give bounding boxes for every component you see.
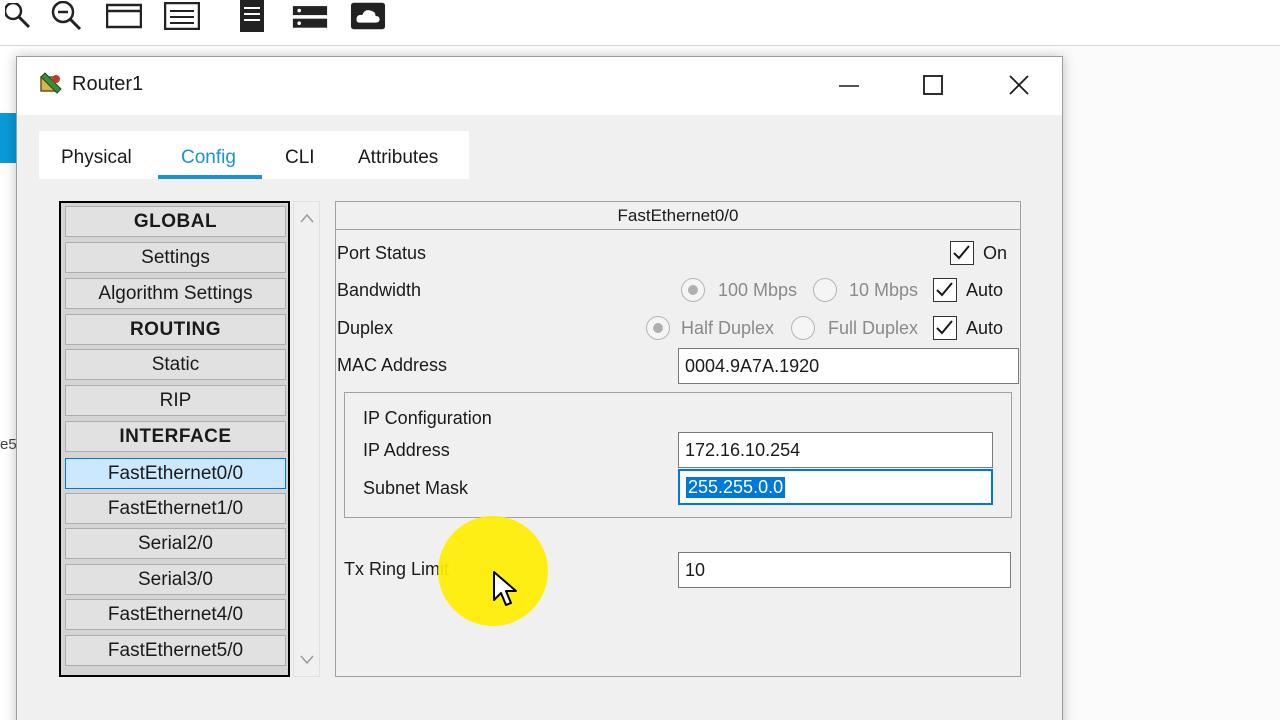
- bandwidth-10-radio[interactable]: [813, 278, 837, 302]
- sidebar-item-global[interactable]: GLOBAL: [65, 206, 286, 237]
- mac-address-field[interactable]: 0004.9A7A.1920: [678, 348, 1019, 384]
- bandwidth-auto-label: Auto: [966, 280, 1004, 300]
- port-status-checkbox[interactable]: [950, 241, 974, 265]
- duplex-full-label: Full Duplex: [828, 318, 919, 338]
- list-icon[interactable]: [164, 0, 200, 32]
- cloud-icon[interactable]: [350, 0, 386, 32]
- sidebar-item-static[interactable]: Static: [65, 349, 286, 380]
- background-toolbar: [0, 0, 1280, 46]
- interface-panel: FastEthernet0/0 Port Status On Bandwidth…: [335, 201, 1021, 677]
- sidebar-item-interface[interactable]: INTERFACE: [65, 421, 286, 452]
- tab-config[interactable]: Config: [181, 147, 236, 169]
- ip-address-field[interactable]: 172.16.10.254: [678, 432, 993, 468]
- router-icon: [37, 71, 65, 99]
- config-sidebar: GLOBAL Settings Algorithm Settings ROUTI…: [59, 201, 290, 677]
- window-icon[interactable]: [106, 0, 142, 32]
- background-workspace: [1062, 46, 1280, 720]
- port-status-on-label: On: [983, 243, 1008, 263]
- scroll-up-icon[interactable]: [294, 206, 319, 230]
- bandwidth-100-radio[interactable]: [681, 278, 705, 302]
- title-bar[interactable]: Router1: [17, 57, 1062, 115]
- sidebar-item-routing[interactable]: ROUTING: [65, 314, 286, 345]
- duplex-full-radio[interactable]: [791, 316, 815, 340]
- sidebar-item-serial2-0[interactable]: Serial2/0: [65, 528, 286, 559]
- tx-ring-limit-field[interactable]: 10: [678, 552, 1011, 588]
- subnet-mask-field[interactable]: 255.255.0.0: [678, 469, 993, 505]
- zoom-icon[interactable]: [0, 0, 36, 32]
- port-status-label: Port Status: [337, 243, 427, 263]
- mouse-cursor-icon: [492, 570, 518, 608]
- switch-icon[interactable]: [292, 0, 328, 32]
- bandwidth-10-label: 10 Mbps: [849, 280, 919, 300]
- ip-configuration-group: IP Configuration IP Address 172.16.10.25…: [344, 392, 1012, 518]
- tx-ring-limit-label: Tx Ring Limit: [344, 559, 450, 579]
- tab-attributes[interactable]: Attributes: [358, 147, 438, 169]
- document-icon[interactable]: [234, 0, 270, 32]
- bandwidth-100-label: 100 Mbps: [718, 280, 798, 300]
- bandwidth-auto-checkbox[interactable]: [933, 278, 957, 302]
- background-text-fragment: e5: [0, 436, 17, 453]
- sidebar-item-settings[interactable]: Settings: [65, 242, 286, 273]
- duplex-auto-checkbox[interactable]: [933, 316, 957, 340]
- tab-physical[interactable]: Physical: [61, 147, 132, 169]
- close-button[interactable]: [991, 65, 1047, 105]
- sidebar-item-fastethernet4-0[interactable]: FastEthernet4/0: [65, 599, 286, 630]
- minimize-button[interactable]: [821, 65, 877, 105]
- window-title: Router1: [72, 73, 144, 95]
- ip-configuration-label: IP Configuration: [363, 408, 492, 428]
- ip-address-label: IP Address: [363, 440, 450, 460]
- sidebar-item-rip[interactable]: RIP: [65, 385, 286, 416]
- duplex-half-radio[interactable]: [646, 316, 670, 340]
- maximize-button[interactable]: [905, 65, 961, 105]
- sidebar-scrollbar[interactable]: [293, 201, 320, 677]
- duplex-auto-label: Auto: [966, 318, 1004, 338]
- duplex-label: Duplex: [337, 318, 394, 338]
- duplex-half-label: Half Duplex: [681, 318, 775, 338]
- scroll-down-icon[interactable]: [294, 648, 319, 672]
- mac-address-label: MAC Address: [337, 355, 448, 375]
- tab-bar: Physical Config CLI Attributes: [39, 131, 469, 181]
- sidebar-item-algorithm-settings[interactable]: Algorithm Settings: [65, 278, 286, 309]
- router-dialog: Router1 Physical Config CLI Attributes G…: [16, 56, 1063, 720]
- subnet-mask-label: Subnet Mask: [363, 478, 469, 498]
- bandwidth-label: Bandwidth: [337, 280, 422, 300]
- sidebar-item-fastethernet5-0[interactable]: FastEthernet5/0: [65, 635, 286, 666]
- subnet-mask-selected-text: 255.255.0.0: [686, 476, 786, 498]
- sidebar-item-fastethernet1-0[interactable]: FastEthernet1/0: [65, 493, 286, 524]
- interface-title: FastEthernet0/0: [336, 202, 1020, 230]
- sidebar-item-serial3-0[interactable]: Serial3/0: [65, 564, 286, 595]
- zoom-out-icon[interactable]: [48, 0, 84, 32]
- sidebar-item-fastethernet0-0[interactable]: FastEthernet0/0: [65, 458, 286, 489]
- tab-cli[interactable]: CLI: [285, 147, 315, 169]
